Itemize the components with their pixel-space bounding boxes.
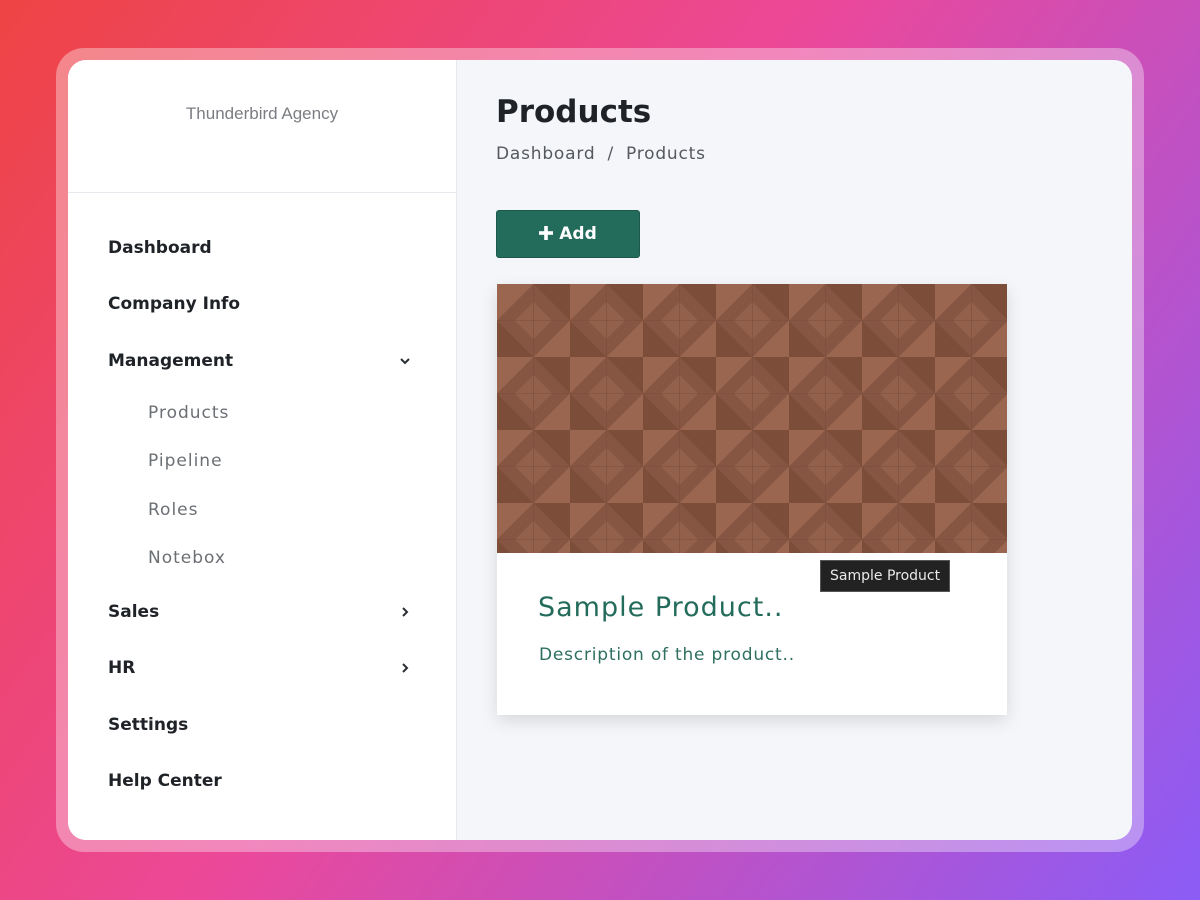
sidebar-item-label: Company Info [108, 294, 241, 314]
sidebar-item-label: Management [108, 351, 234, 371]
sidebar-item-dashboard[interactable]: Dashboard [108, 233, 418, 263]
sidebar-item-sales[interactable]: Sales [108, 597, 418, 627]
sidebar-item-company-info[interactable]: Company Info [108, 289, 418, 319]
sidebar-subitem-label: Pipeline [148, 451, 223, 471]
breadcrumb: Dashboard / Products [496, 144, 706, 164]
product-description: Description of the product.. [539, 645, 795, 665]
plus-icon [539, 223, 554, 245]
sidebar-subitem-label: Roles [148, 500, 199, 520]
sidebar-subitem-label: Products [148, 403, 230, 423]
page-title: Products [496, 94, 652, 130]
product-title[interactable]: Sample Product.. [538, 592, 784, 623]
product-title-tooltip: Sample Product [820, 560, 951, 592]
chevron-down-icon[interactable] [398, 354, 412, 368]
breadcrumb-dashboard-link[interactable]: Dashboard [496, 144, 595, 164]
breadcrumb-separator: / [607, 144, 614, 164]
sidebar-item-label: Help Center [108, 771, 222, 791]
sidebar-item-label: Settings [108, 715, 189, 735]
sidebar-item-hr[interactable]: HR [108, 653, 418, 683]
app-window: Thunderbird Agency Dashboard Company Inf… [68, 60, 1132, 840]
sidebar-item-help-center[interactable]: Help Center [108, 766, 418, 796]
chevron-right-icon[interactable] [398, 605, 412, 619]
sidebar-item-label: HR [108, 658, 136, 678]
breadcrumb-current: Products [625, 144, 706, 164]
product-card[interactable]: Sample Product.. Description of the prod… [497, 284, 1007, 715]
add-button-label: Add [559, 224, 597, 244]
sidebar-subitem-pipeline[interactable]: Pipeline [148, 446, 408, 476]
sidebar-item-settings[interactable]: Settings [108, 710, 418, 740]
product-card-image [497, 284, 1007, 553]
sidebar-item-label: Dashboard [108, 238, 212, 258]
sidebar-item-label: Sales [108, 602, 160, 622]
chevron-right-icon[interactable] [398, 661, 412, 675]
brand-name: Thunderbird Agency [185, 104, 339, 123]
sidebar-subitem-notebox[interactable]: Notebox [148, 543, 408, 573]
sidebar-item-management[interactable]: Management [108, 346, 418, 376]
sidebar-subitem-label: Notebox [148, 548, 226, 568]
brand-header: Thunderbird Agency [68, 60, 456, 193]
sidebar-subitem-products[interactable]: Products [148, 398, 408, 428]
sidebar: Thunderbird Agency Dashboard Company Inf… [68, 60, 457, 840]
main-content: Products Dashboard / Products Add Sample… [457, 60, 1132, 840]
sidebar-subitem-roles[interactable]: Roles [148, 495, 408, 525]
add-product-button[interactable]: Add [496, 210, 640, 258]
